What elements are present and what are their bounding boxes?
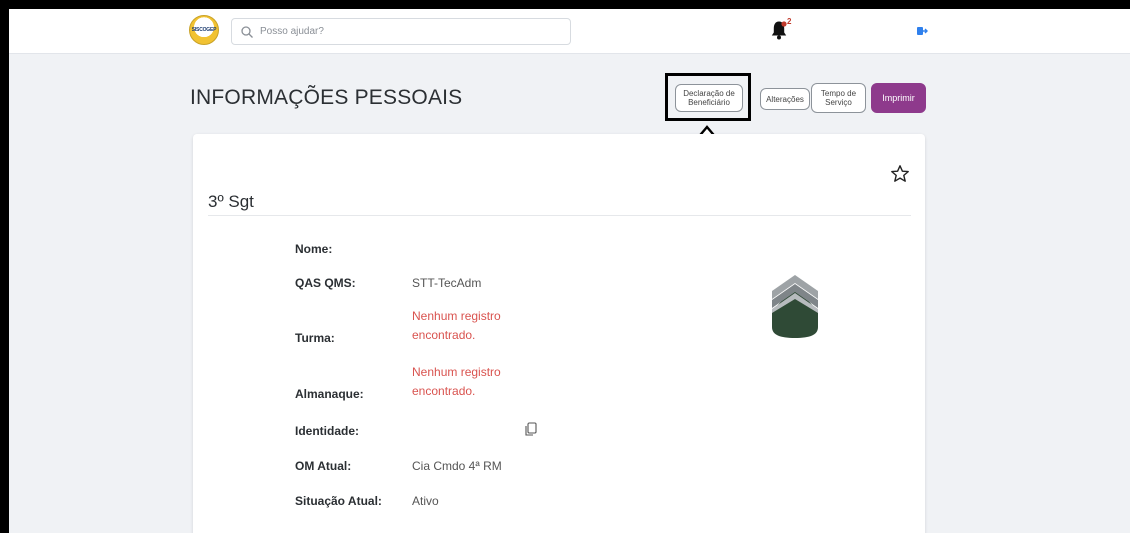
om-atual-label: OM Atual:	[295, 459, 352, 473]
alteracoes-button[interactable]: Alterações	[760, 88, 810, 110]
qas-qms-label: QAS QMS:	[295, 276, 356, 290]
logout-icon[interactable]	[916, 25, 928, 37]
turma-value: Nenhum registro encontrado.	[412, 307, 501, 345]
almanaque-value: Nenhum registro encontrado.	[412, 363, 501, 401]
app-logo[interactable]: SISCOGEP	[189, 15, 219, 45]
turma-value-line1: Nenhum registro	[412, 309, 501, 323]
notification-count-badge: 2	[787, 17, 792, 26]
highlight-annotation-box	[665, 73, 751, 121]
star-outline-icon[interactable]	[890, 164, 910, 184]
personal-info-card: 3º Sgt Nome: QAS QMS: STT-TecAdm Turma: …	[193, 134, 925, 533]
tempo-label-line1: Tempo de	[820, 89, 857, 98]
search-input[interactable]	[260, 26, 540, 37]
card-divider	[208, 215, 911, 216]
situacao-atual-label: Situação Atual:	[295, 494, 382, 508]
almanaque-label: Almanaque:	[295, 387, 364, 401]
copy-icon[interactable]	[524, 422, 537, 437]
tempo-button-label: Tempo de Serviço	[821, 89, 856, 107]
search-icon	[241, 25, 253, 38]
tempo-servico-button[interactable]: Tempo de Serviço	[811, 83, 866, 113]
logo-text: SISCOGEP	[191, 27, 217, 33]
nome-label: Nome:	[295, 242, 333, 256]
turma-label: Turma:	[295, 331, 335, 345]
almanaque-value-line1: Nenhum registro	[412, 365, 501, 379]
situacao-atual-value: Ativo	[412, 494, 439, 508]
rank-title: 3º Sgt	[208, 192, 254, 211]
bell-icon[interactable]	[770, 20, 788, 40]
rank-insignia-icon	[772, 275, 818, 338]
app-viewport: SISCOGEP 2 INFORMAÇÕES PESSOAIS Declaraç…	[9, 9, 1130, 533]
turma-value-line2: encontrado.	[412, 328, 476, 342]
tempo-label-line2: Serviço	[825, 98, 852, 107]
almanaque-value-line2: encontrado.	[412, 384, 476, 398]
identidade-label: Identidade:	[295, 424, 360, 438]
om-atual-value: Cia Cmdo 4ª RM	[412, 459, 502, 473]
top-navbar: SISCOGEP 2	[9, 9, 1130, 54]
imprimir-button[interactable]: Imprimir	[871, 83, 926, 113]
page-title: INFORMAÇÕES PESSOAIS	[190, 86, 463, 109]
search-box[interactable]	[231, 18, 571, 45]
qas-qms-value: STT-TecAdm	[412, 276, 482, 290]
